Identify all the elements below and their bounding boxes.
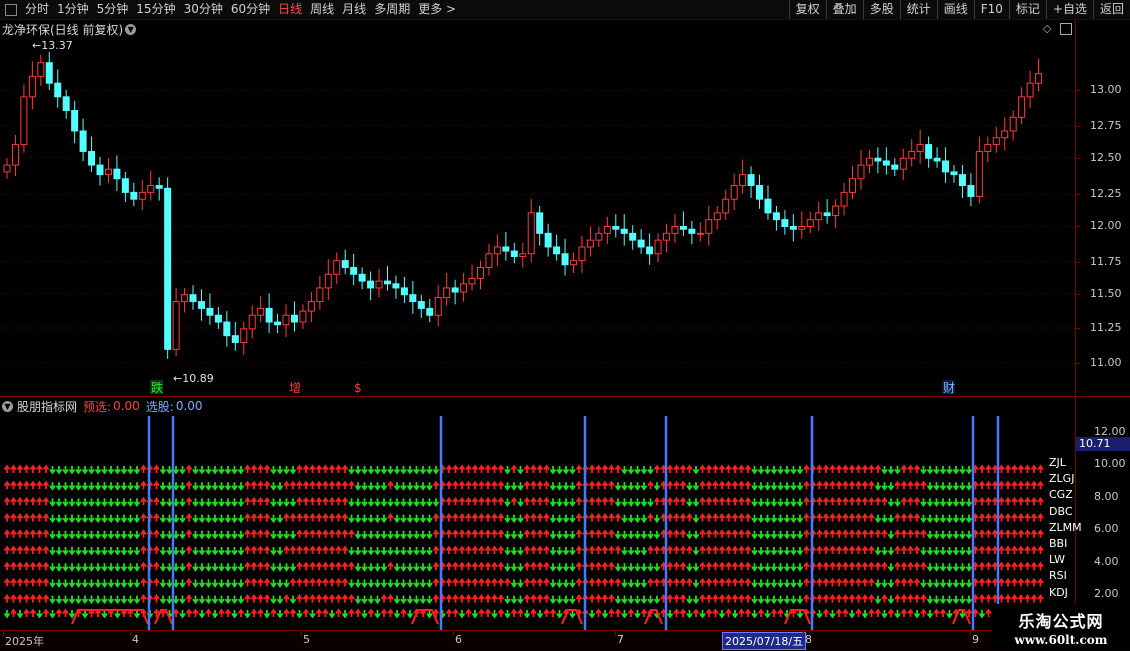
price-tick-mark xyxy=(1075,194,1080,195)
date-label: 8 xyxy=(805,633,812,646)
price-tick-mark xyxy=(1075,328,1080,329)
panel-toggle-icon[interactable] xyxy=(1060,23,1072,35)
indicator-row-label: CGZ xyxy=(1049,488,1073,502)
period-tab[interactable]: 30分钟 xyxy=(180,0,227,19)
date-tick xyxy=(803,631,804,636)
event-marker[interactable]: 跌 xyxy=(151,380,163,395)
indicator-tick: 8.00 xyxy=(1094,490,1119,503)
toolbar-button[interactable]: 统计 xyxy=(899,0,937,19)
main-panel-title-bar: 龙净环保(日线 前复权) ▼ xyxy=(0,21,140,37)
date-tick xyxy=(301,631,302,636)
period-tabs: 分时 1分钟 5分钟 15分钟 30分钟 60分钟 日线 周线 月线 多周期 更多 > xyxy=(0,0,460,19)
period-tab[interactable]: 分时 xyxy=(21,0,53,19)
indicator-tick: 2.00 xyxy=(1094,587,1119,600)
toolbar-button[interactable]: 返回 xyxy=(1092,0,1130,19)
price-tick: 11.50 xyxy=(1090,287,1122,300)
watermark-logo: 乐淘公式网 www.60lt.com xyxy=(992,604,1130,650)
low-price-label: ←10.89 xyxy=(173,372,214,385)
candlestick-chart[interactable]: ←13.37 ←10.89 跌 增 $ 财 xyxy=(0,38,1075,396)
price-tick-mark xyxy=(1075,294,1080,295)
toolbar-button[interactable]: 叠加 xyxy=(825,0,863,19)
indicator-row-label: ZJL xyxy=(1049,456,1066,469)
price-tick: 12.50 xyxy=(1090,151,1122,164)
date-tick xyxy=(453,631,454,636)
date-label: 4 xyxy=(132,633,139,646)
select-label: 选股: xyxy=(145,399,174,414)
indicator-row-label: RSI xyxy=(1049,569,1067,583)
signal-arrows xyxy=(3,464,1044,619)
price-tick-mark xyxy=(1075,226,1080,227)
indicator-row-label: DBC xyxy=(1049,504,1073,518)
period-tab[interactable]: 月线 xyxy=(338,0,370,19)
price-tick-mark xyxy=(1075,262,1080,263)
prefilter-label: 预选: xyxy=(83,399,112,414)
toolbar-button[interactable]: 复权 xyxy=(788,0,826,19)
watermark-title: 乐淘公式网 xyxy=(1018,612,1104,631)
price-tick: 11.25 xyxy=(1090,321,1122,334)
price-tick: 11.75 xyxy=(1090,255,1122,268)
toolbar-button[interactable]: F10 xyxy=(973,0,1009,19)
indicator-tick: 4.00 xyxy=(1094,555,1119,568)
period-tab[interactable]: 更多 > xyxy=(414,0,460,19)
diamond-icon[interactable]: ◇ xyxy=(1043,22,1051,35)
price-tick-mark xyxy=(1075,158,1080,159)
toolbar-button[interactable]: 标记 xyxy=(1008,0,1046,19)
select-value: 0.00 xyxy=(175,399,203,413)
price-tick: 13.00 xyxy=(1090,83,1122,96)
date-tick xyxy=(3,631,4,636)
action-buttons: 复权 叠加 多股 统计 画线 F10 标记 +自选 返回 xyxy=(788,0,1130,19)
period-toolbar: 分时 1分钟 5分钟 15分钟 30分钟 60分钟 日线 周线 月线 多周期 更多 > 复权 叠加 多股… xyxy=(0,0,1130,20)
date-tick xyxy=(615,631,616,636)
indicator-tick: 10.00 xyxy=(1094,457,1126,470)
period-tab[interactable]: 日线 xyxy=(274,0,306,19)
indicator-chart[interactable] xyxy=(0,414,1075,630)
candles xyxy=(3,51,1043,359)
stock-title: 龙净环保(日线 前复权) xyxy=(2,22,124,37)
date-label: 2025年 xyxy=(5,635,44,648)
date-label: 6 xyxy=(455,633,462,646)
period-tab[interactable]: 5分钟 xyxy=(93,0,133,19)
period-tab[interactable]: 多周期 xyxy=(370,0,414,19)
event-marker[interactable]: 增 xyxy=(289,381,301,395)
indicator-row-label: ZLMM xyxy=(1049,520,1082,534)
indicator-title-bar: ▼ 股朋指标网 预选: 0.00 选股: 0.00 xyxy=(0,398,203,414)
indicator-value-box: 10.71 xyxy=(1076,437,1130,451)
price-tick: 12.25 xyxy=(1090,187,1122,200)
indicator-row-label: ZLGJ xyxy=(1049,472,1075,486)
period-tab[interactable]: 15分钟 xyxy=(132,0,179,19)
indicator-row-label: KDJ xyxy=(1049,585,1068,599)
price-axis-border xyxy=(1075,20,1076,630)
date-tick xyxy=(970,631,971,636)
prefilter-value: 0.00 xyxy=(113,399,140,413)
period-tab[interactable]: 周线 xyxy=(306,0,338,19)
date-label: 5 xyxy=(303,633,310,646)
price-tick-mark xyxy=(1075,363,1080,364)
indicator-tick: 6.00 xyxy=(1094,522,1119,535)
period-tab[interactable]: 1分钟 xyxy=(53,0,93,19)
indicator-row-label: BBI xyxy=(1049,537,1068,550)
event-marker[interactable]: 财 xyxy=(943,381,955,395)
period-tab[interactable]: 60分钟 xyxy=(227,0,274,19)
indicator-name: 股朋指标网 xyxy=(17,399,78,414)
date-axis: 2025/07/18/五 2025年 4 5 6 7 8 9 xyxy=(0,630,1130,651)
watermark-url: www.60lt.com xyxy=(1014,633,1108,647)
price-tick-mark xyxy=(1075,126,1080,127)
event-marker[interactable]: $ xyxy=(354,381,362,395)
price-tick: 11.00 xyxy=(1090,356,1122,369)
indicator-row-label: LW xyxy=(1049,553,1065,567)
toolbar-button[interactable]: 多股 xyxy=(862,0,900,19)
date-label: 9 xyxy=(972,633,979,646)
price-tick: 12.00 xyxy=(1090,219,1122,232)
chevron-down-icon[interactable]: ▼ xyxy=(2,400,13,412)
chevron-down-icon[interactable]: ▼ xyxy=(125,23,137,35)
cursor-date: 2025/07/18/五 xyxy=(722,632,807,650)
layout-icon[interactable] xyxy=(5,3,17,16)
toolbar-button[interactable]: 画线 xyxy=(936,0,974,19)
high-price-label: ←13.37 xyxy=(32,39,73,52)
price-tick: 12.75 xyxy=(1090,119,1122,132)
toolbar-button[interactable]: +自选 xyxy=(1045,0,1093,19)
date-tick xyxy=(130,631,131,636)
date-label: 7 xyxy=(617,633,624,646)
price-tick-mark xyxy=(1075,90,1080,91)
